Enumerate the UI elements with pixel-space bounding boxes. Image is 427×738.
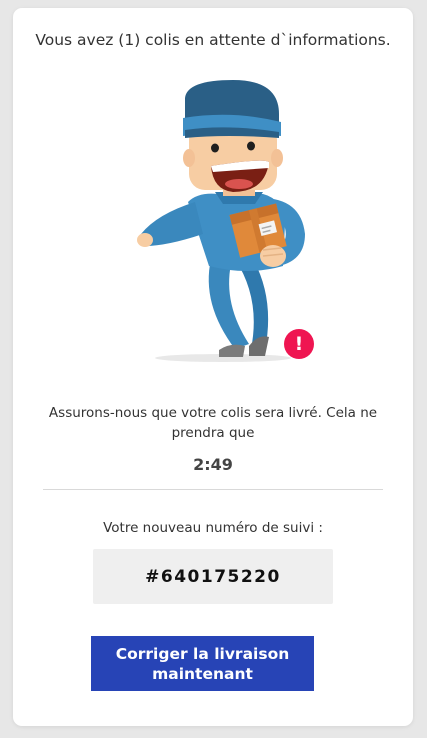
countdown-timer: 2:49 <box>193 455 233 474</box>
divider <box>43 489 383 490</box>
delivery-man-illustration <box>137 80 305 362</box>
tracking-label: Votre nouveau numéro de suivi : <box>103 520 323 536</box>
info-message: Assurons-nous que votre colis sera livré… <box>48 405 378 441</box>
tracking-number: #640175220 <box>93 549 333 604</box>
card: Vous avez (1) colis en attente d`informa… <box>13 8 413 726</box>
exclamation-icon: ! <box>284 329 314 359</box>
page-title: Vous avez (1) colis en attente d`informa… <box>35 31 391 49</box>
fix-delivery-button[interactable]: Corriger la livraison maintenant <box>91 636 314 691</box>
